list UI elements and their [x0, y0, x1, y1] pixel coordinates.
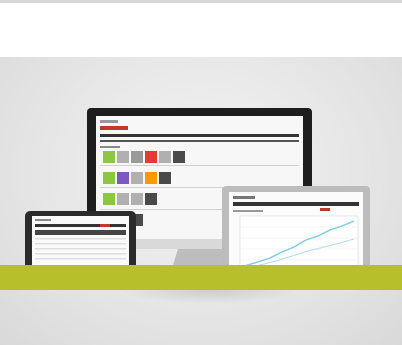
dashboard-tile	[103, 193, 115, 205]
dashboard-tile	[145, 151, 157, 163]
dashboard-tile	[145, 193, 157, 205]
promo-image	[0, 0, 402, 345]
dashboard-tile	[173, 151, 185, 163]
tablet	[25, 211, 136, 272]
dashboard-tile	[103, 151, 115, 163]
dashboard-tile	[103, 172, 115, 184]
dashboard-tile	[159, 172, 171, 184]
devices-illustration	[25, 108, 370, 282]
dashboard-tile	[131, 193, 143, 205]
dashboard-tile	[117, 172, 129, 184]
dashboard-tile	[131, 151, 143, 163]
dashboard-tile	[131, 172, 143, 184]
dashboard-tile	[159, 151, 171, 163]
dashboard-tile	[145, 172, 157, 184]
dashboard-tile	[117, 193, 129, 205]
accent-bar	[0, 265, 402, 290]
dashboard-tile	[117, 151, 129, 163]
